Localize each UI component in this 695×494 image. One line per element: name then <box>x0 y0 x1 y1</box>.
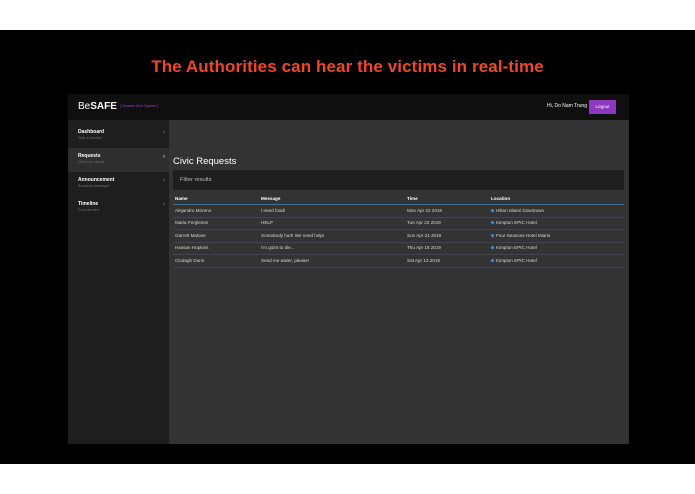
location-pin-icon <box>490 220 495 225</box>
table-row[interactable]: Hassan Hopkins I'm goint to die... Thu A… <box>173 243 624 255</box>
sidebar-item-subtitle: Stats & Number <box>78 136 102 140</box>
cell-location[interactable]: Four Seasons Hotel Miami <box>490 232 551 238</box>
sidebar-item-dashboard[interactable]: Dashboard Stats & Number › <box>68 124 169 148</box>
table-row[interactable]: Maria Fergleson HELP Tue Apr 23 2019 Kim… <box>173 218 624 230</box>
table-row[interactable]: Garrett Malone Somebody hurt! We need he… <box>173 230 624 243</box>
logout-button[interactable]: Logout <box>589 100 616 114</box>
chevron-right-icon: › <box>163 202 165 208</box>
cell-name: Hassan Hopkins <box>175 245 209 250</box>
location-pin-icon <box>490 208 495 213</box>
cell-location[interactable]: Kimpton EPIC Hotel <box>490 245 537 250</box>
cell-message: Send me water, please! <box>261 257 310 263</box>
chevron-right-icon: › <box>163 130 165 136</box>
brand-subtitle: [ Disaster Alert System ] <box>119 104 159 109</box>
table-header-row: Name Message Time Location <box>173 194 624 205</box>
sidebar: Dashboard Stats & Number › Requests Hear… <box>68 120 169 444</box>
sidebar-item-title: Dashboard <box>78 129 105 135</box>
cell-location[interactable]: Hilton Miami Downtown <box>490 207 544 213</box>
brand-safe: SAFE <box>90 101 117 112</box>
sidebar-item-title: Announcement <box>78 177 115 183</box>
location-text: Four Seasons Hotel Miami <box>496 232 551 238</box>
cell-name: Alejandro Moreno <box>175 207 212 213</box>
cell-message: I need food! <box>261 207 286 213</box>
page-title: Civic Requests <box>173 156 237 167</box>
cell-name: Clodagh Dunn <box>175 257 205 263</box>
cell-name: Maria Fergleson <box>175 220 209 225</box>
location-pin-icon <box>490 233 495 238</box>
filter-input[interactable] <box>173 170 624 190</box>
table-row[interactable]: Alejandro Moreno I need food! Mon Apr 22… <box>173 205 624 218</box>
cell-time: Mon Apr 22 2019 <box>407 207 442 213</box>
sidebar-item-subtitle: Event timeline <box>78 208 100 212</box>
user-greeting: Hi, Do Nam Trung <box>546 103 587 109</box>
location-pin-icon <box>490 258 495 263</box>
top-navbar: BeSAFE[ Disaster Alert System ] Hi, Do N… <box>68 94 629 120</box>
cell-message: Somebody hurt! We need help! <box>261 232 325 238</box>
location-pin-icon <box>490 245 495 250</box>
app-window: BeSAFE[ Disaster Alert System ] Hi, Do N… <box>68 94 629 444</box>
sidebar-item-subtitle: Hear from victims <box>78 160 105 164</box>
cell-time: Sun Apr 21 2019 <box>407 232 442 238</box>
column-header-time[interactable]: Time <box>407 196 418 201</box>
column-header-location[interactable]: Location <box>491 196 510 201</box>
slide-headline: The Authorities can hear the victims in … <box>151 57 544 76</box>
sidebar-item-timeline[interactable]: Timeline Event timeline › <box>68 196 169 220</box>
table-row[interactable]: Clodagh Dunn Send me water, please! Sat … <box>173 255 624 268</box>
slide-background: The Authorities can hear the victims in … <box>0 30 695 464</box>
column-header-message[interactable]: Message <box>261 196 280 201</box>
column-header-name[interactable]: Name <box>175 196 188 201</box>
brand-logo[interactable]: BeSAFE[ Disaster Alert System ] <box>78 101 158 112</box>
sidebar-item-subtitle: Broadcast messages <box>78 184 110 188</box>
sidebar-item-title: Requests <box>78 153 101 159</box>
cell-message: HELP <box>261 220 274 225</box>
requests-table: Name Message Time Location Alejandro Mor… <box>173 194 624 268</box>
location-text: Kimpton EPIC Hotel <box>496 245 537 250</box>
sidebar-item-announcement[interactable]: Announcement Broadcast messages › <box>68 172 169 196</box>
cell-location[interactable]: Kimpton EPIC Hotel <box>490 257 537 263</box>
cell-time: Thu Apr 18 2019 <box>407 245 441 250</box>
location-text: Kimpton EPIC Hotel <box>496 257 537 263</box>
cell-location[interactable]: Kimpton EPIC Hotel <box>490 220 537 225</box>
chevron-right-icon: › <box>163 178 165 184</box>
cell-time: Sat Apr 13 2019 <box>407 257 440 263</box>
sidebar-item-title: Timeline <box>78 201 99 207</box>
chevron-right-icon: › <box>163 154 165 160</box>
sidebar-item-requests[interactable]: Requests Hear from victims › <box>68 148 169 172</box>
cell-time: Tue Apr 23 2019 <box>407 220 441 225</box>
location-text: Hilton Miami Downtown <box>496 207 544 213</box>
cell-message: I'm goint to die... <box>261 245 295 250</box>
brand-be: Be <box>78 101 91 112</box>
location-text: Kimpton EPIC Hotel <box>496 220 537 225</box>
cell-name: Garrett Malone <box>175 232 206 238</box>
